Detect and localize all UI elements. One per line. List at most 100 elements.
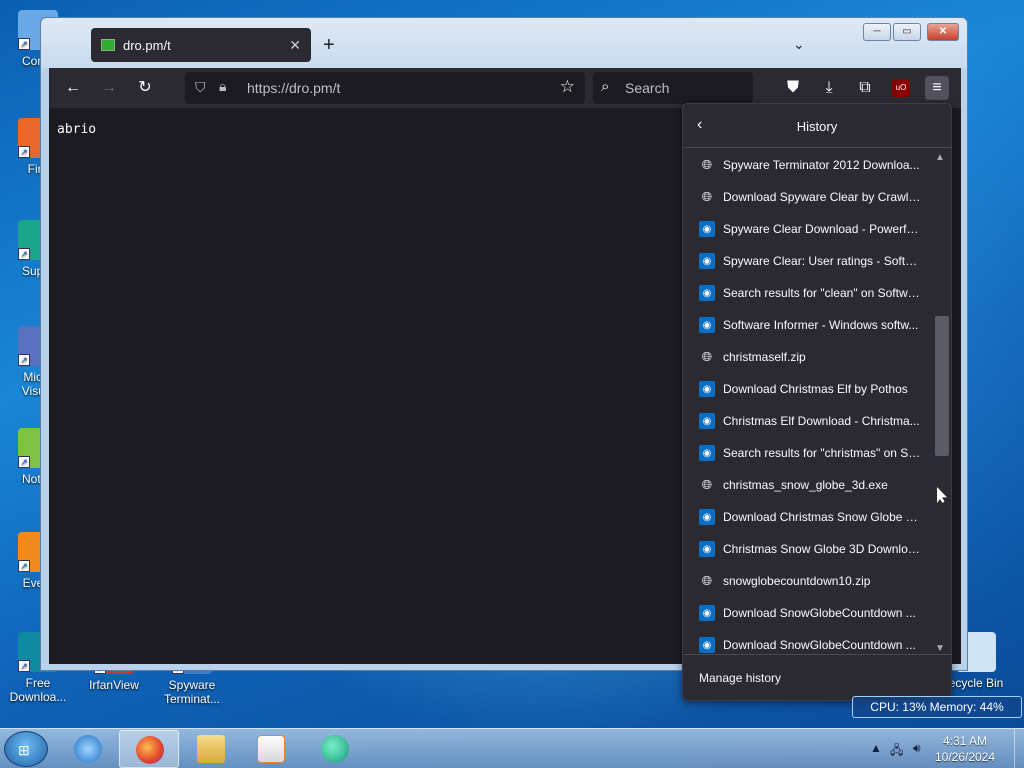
back-icon[interactable]: ←: [61, 76, 85, 100]
site-icon: ◉: [699, 317, 715, 333]
history-item[interactable]: ◉ Spyware Clear Download - Powerfu...: [683, 213, 935, 245]
history-item-label: Download Christmas Elf by Pothos: [723, 382, 908, 396]
scroll-up-icon[interactable]: ▲: [933, 152, 947, 163]
scroll-thumb[interactable]: [935, 316, 949, 456]
desktop-icon-label: Spyware Terminat...: [163, 678, 220, 706]
desktop-icon-label: IrfanView: [89, 678, 139, 692]
clock-date: 10/26/2024: [934, 750, 996, 764]
history-item[interactable]: ◉ Spyware Clear: User ratings - Softw...: [683, 245, 935, 277]
forward-icon[interactable]: →: [97, 76, 121, 100]
manage-history-button[interactable]: Manage history: [699, 671, 781, 685]
history-item-label: Download SnowGlobeCountdown ...: [723, 638, 916, 652]
clock-time: 4:31 AM: [942, 734, 988, 748]
history-item[interactable]: ◉ Download Christmas Elf by Pothos: [683, 373, 935, 405]
globe-icon: 🌐︎: [701, 157, 713, 172]
history-item-label: christmas_snow_globe_3d.exe: [723, 478, 888, 492]
downloads-icon[interactable]: ⤓: [817, 76, 841, 100]
firefox-icon: [136, 736, 164, 764]
site-icon: ◉: [699, 221, 715, 237]
history-item-label: christmaself.zip: [723, 350, 806, 364]
history-item[interactable]: 🌐︎ Download Spyware Clear by Crawle...: [683, 181, 935, 213]
lock-icon[interactable]: 🔒︎: [219, 78, 226, 95]
favicon-icon: [101, 39, 115, 51]
history-item[interactable]: 🌐︎ christmas_snow_globe_3d.exe: [683, 469, 935, 501]
history-item[interactable]: ◉ Christmas Elf Download - Christma...: [683, 405, 935, 437]
shortcut-arrow-icon: ↗: [18, 354, 30, 366]
site-icon: ◉: [699, 541, 715, 557]
internet-explorer-icon: [74, 735, 102, 763]
shortcut-arrow-icon: ↗: [18, 660, 30, 672]
hamburger-menu-icon[interactable]: ≡: [925, 76, 949, 100]
history-panel-header: ‹ History: [683, 104, 951, 148]
page-text: abrio: [57, 122, 97, 137]
folder-icon: [197, 735, 225, 763]
history-item-label: Search results for "christmas" on So...: [723, 446, 921, 460]
url-bar[interactable]: ⛉ 🔒︎ https://dro.pm/t ☆: [185, 72, 585, 104]
site-icon: ◉: [699, 381, 715, 397]
new-tab-button[interactable]: +: [323, 34, 335, 57]
show-desktop-button[interactable]: [1014, 729, 1024, 768]
history-panel-title: History: [796, 119, 838, 134]
history-item-label: Search results for "clean" on Softwa...: [723, 286, 921, 300]
history-item-label: Spyware Clear Download - Powerfu...: [723, 222, 921, 236]
search-input[interactable]: ⌕ Search: [593, 72, 753, 104]
history-item-label: Spyware Terminator 2012 Downloa...: [723, 158, 920, 172]
globe-icon: 🌐︎: [701, 189, 713, 204]
network-icon[interactable]: 🖧︎: [890, 741, 903, 762]
history-item-label: snowglobecountdown10.zip: [723, 574, 871, 588]
history-item[interactable]: ◉ Download SnowGlobeCountdown ...: [683, 597, 935, 629]
taskbar-app[interactable]: [305, 730, 365, 768]
close-window-button[interactable]: ✕: [927, 23, 959, 41]
history-item[interactable]: 🌐︎ Spyware Terminator 2012 Downloa...: [683, 149, 935, 181]
list-all-tabs-button[interactable]: ⌄: [793, 36, 805, 53]
tray-expand-icon[interactable]: ▲: [870, 741, 882, 755]
pocket-icon[interactable]: ⛊: [781, 76, 805, 100]
taskbar-explorer[interactable]: [181, 730, 241, 768]
history-item[interactable]: ◉ Search results for "christmas" on So...: [683, 437, 935, 469]
url-text[interactable]: https://dro.pm/t: [247, 80, 340, 96]
history-item[interactable]: 🌐︎ christmaself.zip: [683, 341, 935, 373]
volume-icon[interactable]: 🔊︎: [913, 741, 921, 756]
history-item-label: Download Spyware Clear by Crawle...: [723, 190, 921, 204]
history-item-label: Software Informer - Windows softw...: [723, 318, 919, 332]
tracking-shield-icon[interactable]: ⛉: [195, 79, 206, 96]
history-item[interactable]: ◉ Software Informer - Windows softw...: [683, 309, 935, 341]
history-item[interactable]: ◉ Christmas Snow Globe 3D Downloa...: [683, 533, 935, 565]
history-panel: ‹ History 🌐︎ Spyware Terminator 2012 Down…: [682, 103, 952, 701]
taskbar-media-player[interactable]: [241, 730, 301, 768]
history-item-label: Christmas Elf Download - Christma...: [723, 414, 920, 428]
history-list: 🌐︎ Spyware Terminator 2012 Downloa... 🌐︎ Do…: [683, 149, 935, 655]
site-icon: ◉: [699, 445, 715, 461]
reload-icon[interactable]: ↻: [133, 76, 157, 100]
start-button[interactable]: ⊞: [4, 731, 48, 767]
shortcut-arrow-icon: ↗: [18, 38, 30, 50]
search-icon: ⌕: [601, 78, 610, 95]
history-item[interactable]: ◉ Download SnowGlobeCountdown ...: [683, 629, 935, 655]
tab-active[interactable]: dro.pm/t ✕: [91, 28, 311, 62]
shortcut-arrow-icon: ↗: [18, 146, 30, 158]
maximize-button[interactable]: ▭: [893, 23, 921, 41]
history-item[interactable]: ◉ Search results for "clean" on Softwa...: [683, 277, 935, 309]
site-icon: ◉: [699, 637, 715, 653]
scroll-down-icon[interactable]: ▼: [933, 643, 947, 654]
history-panel-footer: Manage history: [683, 654, 951, 700]
desktop-icon-label: Free Downloa...: [9, 676, 67, 704]
media-player-icon: [257, 735, 285, 763]
taskbar-firefox[interactable]: [119, 730, 179, 768]
history-item[interactable]: ◉ Download Christmas Snow Globe 3...: [683, 501, 935, 533]
taskbar-clock[interactable]: 4:31 AM 10/26/2024: [930, 733, 1000, 765]
green-app-icon: [321, 735, 349, 763]
history-item-label: Download Christmas Snow Globe 3...: [723, 510, 921, 524]
taskbar: ⊞ ▲ 🖧︎ 🔊︎ 4:31 AM 10/26/2024: [0, 728, 1024, 768]
extensions-icon[interactable]: ⧉: [853, 76, 877, 100]
history-scrollbar[interactable]: ▲ ▼: [933, 152, 949, 654]
history-item[interactable]: 🌐︎ snowglobecountdown10.zip: [683, 565, 935, 597]
taskbar-ie[interactable]: [58, 730, 118, 768]
minimize-button[interactable]: ─: [863, 23, 891, 41]
shortcut-arrow-icon: ↗: [18, 456, 30, 468]
site-icon: ◉: [699, 509, 715, 525]
tab-title: dro.pm/t: [123, 37, 171, 53]
ublock-origin-icon[interactable]: uO: [892, 79, 910, 97]
bookmark-star-icon[interactable]: ☆: [560, 77, 575, 97]
tab-close-icon[interactable]: ✕: [289, 37, 301, 54]
